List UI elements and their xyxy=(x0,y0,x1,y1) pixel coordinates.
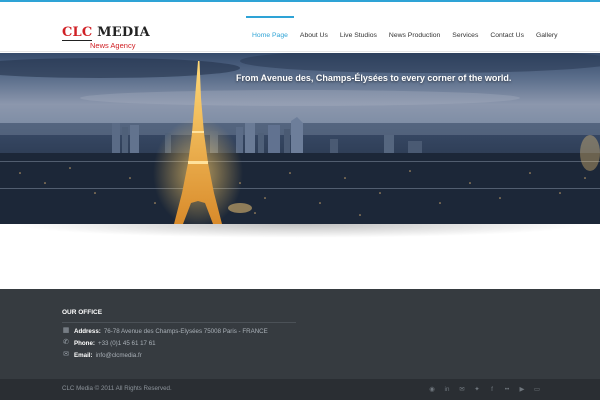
address-value: 76-78 Avenue des Champs-Elysées 75008 Pa… xyxy=(103,327,268,335)
social-links: ◉ in ✉ ✦ f •• ▶ ▭ xyxy=(422,385,542,394)
logo-media: MEDIA xyxy=(92,25,150,40)
email-label: Email: xyxy=(74,351,93,359)
hero-caption: From Avenue des, Champs-Élysées to every… xyxy=(236,73,512,83)
email-icon[interactable]: ✉ xyxy=(457,385,467,394)
address-row: ▦ Address: 76-78 Avenue des Champs-Elysé… xyxy=(62,326,268,336)
nav-services[interactable]: Services xyxy=(446,18,484,54)
logo-clc: CLC xyxy=(62,25,93,40)
copyright-text: CLC Media © 2011 All Rights Reserved. xyxy=(62,385,172,392)
email-link[interactable]: info@clcmedia.fr xyxy=(96,352,142,359)
building-icon: ▦ xyxy=(62,327,70,334)
footer-divider xyxy=(62,322,296,323)
nav-news-production[interactable]: News Production xyxy=(383,18,446,54)
main-nav: Home Page About Us Live Studios News Pro… xyxy=(246,16,564,54)
address-label: Address: xyxy=(74,327,101,335)
hero-shadow xyxy=(10,224,590,238)
phone-value: +33 (0)1 45 61 17 61 xyxy=(97,339,156,347)
flickr-icon[interactable]: •• xyxy=(502,385,512,394)
youtube-icon[interactable]: ▶ xyxy=(517,385,527,394)
nav-about-us[interactable]: About Us xyxy=(294,18,334,54)
site-footer: OUR OFFICE ▦ Address: 76-78 Avenue des C… xyxy=(0,289,600,379)
linkedin-icon[interactable]: in xyxy=(442,385,452,394)
phone-row: ✆ Phone: +33 (0)1 45 61 17 61 xyxy=(62,338,156,348)
facebook-icon[interactable]: f xyxy=(487,385,497,394)
phone-label: Phone: xyxy=(74,339,95,347)
logo-wordmark: CLC MEDIA xyxy=(62,26,150,40)
twitter-icon[interactable]: ✦ xyxy=(472,385,482,394)
clc-media-logo[interactable]: CLC MEDIA News Agency xyxy=(62,26,150,52)
logo-underline xyxy=(62,40,92,41)
nav-gallery[interactable]: Gallery xyxy=(530,18,564,54)
nav-live-studios[interactable]: Live Studios xyxy=(334,18,383,54)
hero-banner: From Avenue des, Champs-Élysées to every… xyxy=(0,53,600,224)
copyright-bar: CLC Media © 2011 All Rights Reserved. ◉ … xyxy=(0,379,600,400)
logo-tagline: News Agency xyxy=(90,41,136,50)
site-header: CLC MEDIA News Agency Home Page About Us… xyxy=(0,2,600,52)
phone-icon: ✆ xyxy=(63,339,69,346)
email-row: ✉ Email: info@clcmedia.fr xyxy=(62,350,142,360)
envelope-icon: ✉ xyxy=(63,351,69,358)
nav-contact-us[interactable]: Contact Us xyxy=(484,18,530,54)
office-heading: OUR OFFICE xyxy=(62,309,103,316)
nav-home-page[interactable]: Home Page xyxy=(246,16,294,54)
rss-icon[interactable]: ◉ xyxy=(427,385,437,394)
message-icon[interactable]: ▭ xyxy=(532,385,542,394)
